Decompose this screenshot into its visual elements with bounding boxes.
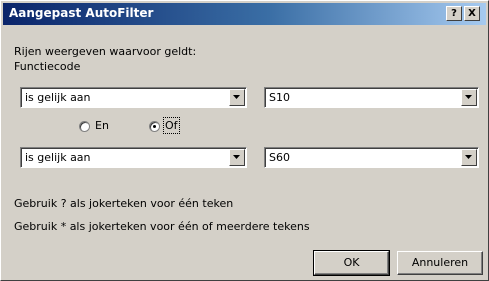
title-bar[interactable]: Aangepast AutoFilter ? X: [3, 3, 486, 25]
radio-or-label: Of: [163, 117, 180, 134]
close-button[interactable]: X: [464, 6, 480, 21]
chevron-down-icon[interactable]: [461, 89, 477, 106]
chevron-down-icon[interactable]: [461, 149, 477, 166]
criterion1-operator-select[interactable]: is gelijk aan: [20, 87, 247, 108]
ok-button[interactable]: OK: [313, 250, 390, 276]
cancel-button[interactable]: Annuleren: [397, 251, 483, 275]
criterion1-value-select[interactable]: S10: [264, 87, 479, 108]
criterion2-value: S60: [269, 151, 290, 164]
radio-and-label: En: [95, 119, 109, 132]
hint-single-char: Gebruik ? als jokerteken voor één teken: [14, 197, 234, 210]
field-name-label: Functiecode: [14, 60, 81, 73]
chevron-down-icon[interactable]: [229, 149, 245, 166]
hint-multi-char: Gebruik * als jokerteken voor één of mee…: [14, 220, 310, 233]
autofilter-dialog: Aangepast AutoFilter ? X Rijen weergeven…: [0, 0, 489, 281]
criterion2-value-select[interactable]: S60: [264, 147, 479, 168]
chevron-down-icon[interactable]: [229, 89, 245, 106]
radio-selected-dot: [153, 125, 156, 128]
criterion2-operator-value: is gelijk aan: [25, 151, 91, 164]
window-title: Aangepast AutoFilter: [9, 6, 154, 20]
criterion1-value: S10: [269, 91, 290, 104]
radio-or-circle[interactable]: [149, 121, 160, 132]
criterion1-operator-value: is gelijk aan: [25, 91, 91, 104]
radio-and-circle[interactable]: [79, 121, 90, 132]
help-button[interactable]: ?: [446, 6, 462, 21]
criterion2-operator-select[interactable]: is gelijk aan: [20, 147, 247, 168]
instruction-label: Rijen weergeven waarvoor geldt:: [14, 45, 197, 58]
